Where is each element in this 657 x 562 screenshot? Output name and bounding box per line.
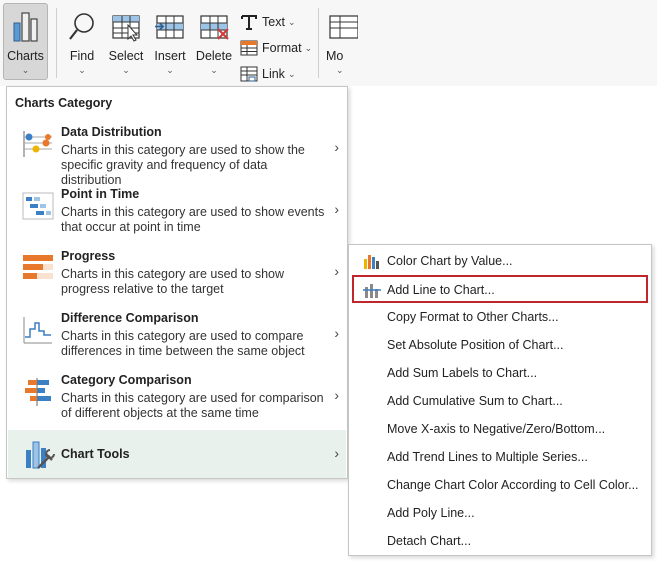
chevron-down-icon: ⌄ — [122, 65, 130, 75]
chevron-right-icon: › — [334, 325, 339, 341]
charts-button[interactable]: Charts ⌄ — [3, 3, 48, 80]
chevron-down-icon: ⌄ — [78, 65, 86, 75]
menu-item-label: Add Poly Line... — [387, 506, 475, 520]
find-label: Find — [69, 49, 95, 63]
menu-item-add-trend-lines[interactable]: Add Trend Lines to Multiple Series... — [353, 445, 647, 469]
menu-item-move-x-axis[interactable]: Move X-axis to Negative/Zero/Bottom... — [353, 417, 647, 441]
menu-item-label: Change Chart Color According to Cell Col… — [387, 478, 639, 492]
menu-item-label: Add Trend Lines to Multiple Series... — [387, 450, 588, 464]
difference-comparison-icon — [22, 315, 54, 345]
menu-item-label: Add Cumulative Sum to Chart... — [387, 394, 563, 408]
insert-rows-icon — [153, 10, 187, 44]
category-difference-comparison[interactable]: Difference Comparison Charts in this cat… — [7, 311, 347, 373]
insert-label: Insert — [154, 49, 186, 63]
text-label: Text — [262, 15, 285, 29]
link-label: Link — [262, 67, 285, 81]
category-description: Charts in this category are used to show… — [61, 205, 325, 234]
format-icon — [240, 39, 258, 57]
more-label: Mo — [326, 49, 344, 63]
chevron-right-icon: › — [334, 201, 339, 217]
menu-item-label: Move X-axis to Negative/Zero/Bottom... — [387, 422, 606, 436]
delete-grid-icon — [197, 10, 231, 44]
category-category-comparison[interactable]: Category Comparison Charts in this categ… — [7, 373, 347, 435]
menu-item-label: Set Absolute Position of Chart... — [387, 338, 564, 352]
progress-icon — [22, 253, 54, 283]
category-title: Progress — [61, 249, 116, 263]
ribbon-separator — [318, 8, 319, 78]
chevron-down-icon: ⌄ — [304, 42, 313, 53]
menu-header: Charts Category — [15, 96, 113, 110]
category-comparison-icon — [22, 377, 54, 407]
category-title: Point in Time — [61, 187, 140, 201]
magnifier-icon — [65, 10, 99, 44]
menu-item-detach-chart[interactable]: Detach Chart... — [353, 529, 647, 553]
menu-item-label: Detach Chart... — [387, 534, 472, 548]
menu-item-label: Color Chart by Value... — [387, 254, 513, 268]
menu-item-change-chart-color[interactable]: Change Chart Color According to Cell Col… — [353, 473, 647, 497]
category-title: Category Comparison — [61, 373, 192, 387]
category-title: Difference Comparison — [61, 311, 199, 325]
delete-label: Delete — [195, 49, 233, 63]
delete-button[interactable]: Delete ⌄ — [194, 4, 234, 80]
select-button[interactable]: Select ⌄ — [106, 4, 146, 80]
category-description: Charts in this category are used to show… — [61, 267, 285, 296]
menu-item-copy-format[interactable]: Copy Format to Other Charts... — [353, 305, 647, 329]
ribbon-separator — [56, 8, 57, 78]
category-title: Data Distribution — [61, 125, 162, 139]
link-icon — [240, 65, 258, 83]
menu-item-set-absolute-position[interactable]: Set Absolute Position of Chart... — [353, 333, 647, 357]
menu-item-color-chart-by-value[interactable]: Color Chart by Value... — [353, 249, 647, 273]
chart-tools-icon — [24, 438, 56, 470]
chevron-down-icon: ⌄ — [336, 65, 344, 75]
find-button[interactable]: Find ⌄ — [64, 4, 100, 80]
more-button[interactable]: Mo ⌄ — [326, 4, 358, 80]
chart-tools-menu: Color Chart by Value... Add Line to Char… — [348, 244, 652, 556]
chevron-down-icon: ⌄ — [21, 65, 30, 75]
chevron-right-icon: › — [334, 139, 339, 155]
charts-label: Charts — [7, 49, 44, 63]
chevron-right-icon: › — [334, 445, 339, 461]
menu-item-add-line-to-chart[interactable]: Add Line to Chart... — [352, 275, 648, 303]
text-t-icon — [240, 13, 258, 31]
chevron-right-icon: › — [334, 263, 339, 279]
category-title: Chart Tools — [61, 447, 130, 461]
chevron-down-icon: ⌄ — [210, 65, 218, 75]
category-description: Charts in this category are used to comp… — [61, 329, 305, 358]
menu-item-add-sum-labels[interactable]: Add Sum Labels to Chart... — [353, 361, 647, 385]
category-chart-tools[interactable]: Chart Tools › — [8, 430, 346, 478]
format-button[interactable]: Format ⌄ — [240, 38, 312, 58]
category-progress[interactable]: Progress Charts in this category are use… — [7, 249, 347, 311]
ribbon: Charts ⌄ Find ⌄ Select ⌄ Insert ⌄ Delete… — [0, 0, 657, 86]
menu-item-label: Copy Format to Other Charts... — [387, 310, 559, 324]
data-distribution-icon — [22, 129, 54, 159]
select-grid-icon — [109, 10, 143, 44]
menu-item-add-cumulative-sum[interactable]: Add Cumulative Sum to Chart... — [353, 389, 647, 413]
text-button[interactable]: Text ⌄ — [240, 12, 295, 32]
add-line-icon — [363, 282, 381, 298]
chevron-down-icon: ⌄ — [287, 68, 296, 79]
chevron-down-icon: ⌄ — [166, 65, 174, 75]
chevron-right-icon: › — [334, 387, 339, 403]
format-label: Format — [262, 41, 302, 55]
menu-item-add-poly-line[interactable]: Add Poly Line... — [353, 501, 647, 525]
charts-category-menu: Charts Category Data Distribution Charts… — [6, 86, 348, 479]
link-button[interactable]: Link ⌄ — [240, 64, 295, 84]
more-grid-icon — [326, 10, 360, 44]
chevron-down-icon: ⌄ — [287, 16, 296, 27]
menu-item-label: Add Line to Chart... — [387, 283, 495, 297]
category-point-in-time[interactable]: Point in Time Charts in this category ar… — [7, 187, 347, 249]
point-in-time-icon — [22, 191, 54, 221]
category-data-distribution[interactable]: Data Distribution Charts in this categor… — [7, 125, 347, 187]
select-label: Select — [108, 49, 144, 63]
insert-button[interactable]: Insert ⌄ — [151, 4, 189, 80]
bar-chart-icon — [9, 10, 43, 44]
color-chart-icon — [363, 253, 381, 269]
category-description: Charts in this category are used to show… — [61, 143, 305, 187]
menu-item-label: Add Sum Labels to Chart... — [387, 366, 538, 380]
category-description: Charts in this category are used for com… — [61, 391, 324, 420]
